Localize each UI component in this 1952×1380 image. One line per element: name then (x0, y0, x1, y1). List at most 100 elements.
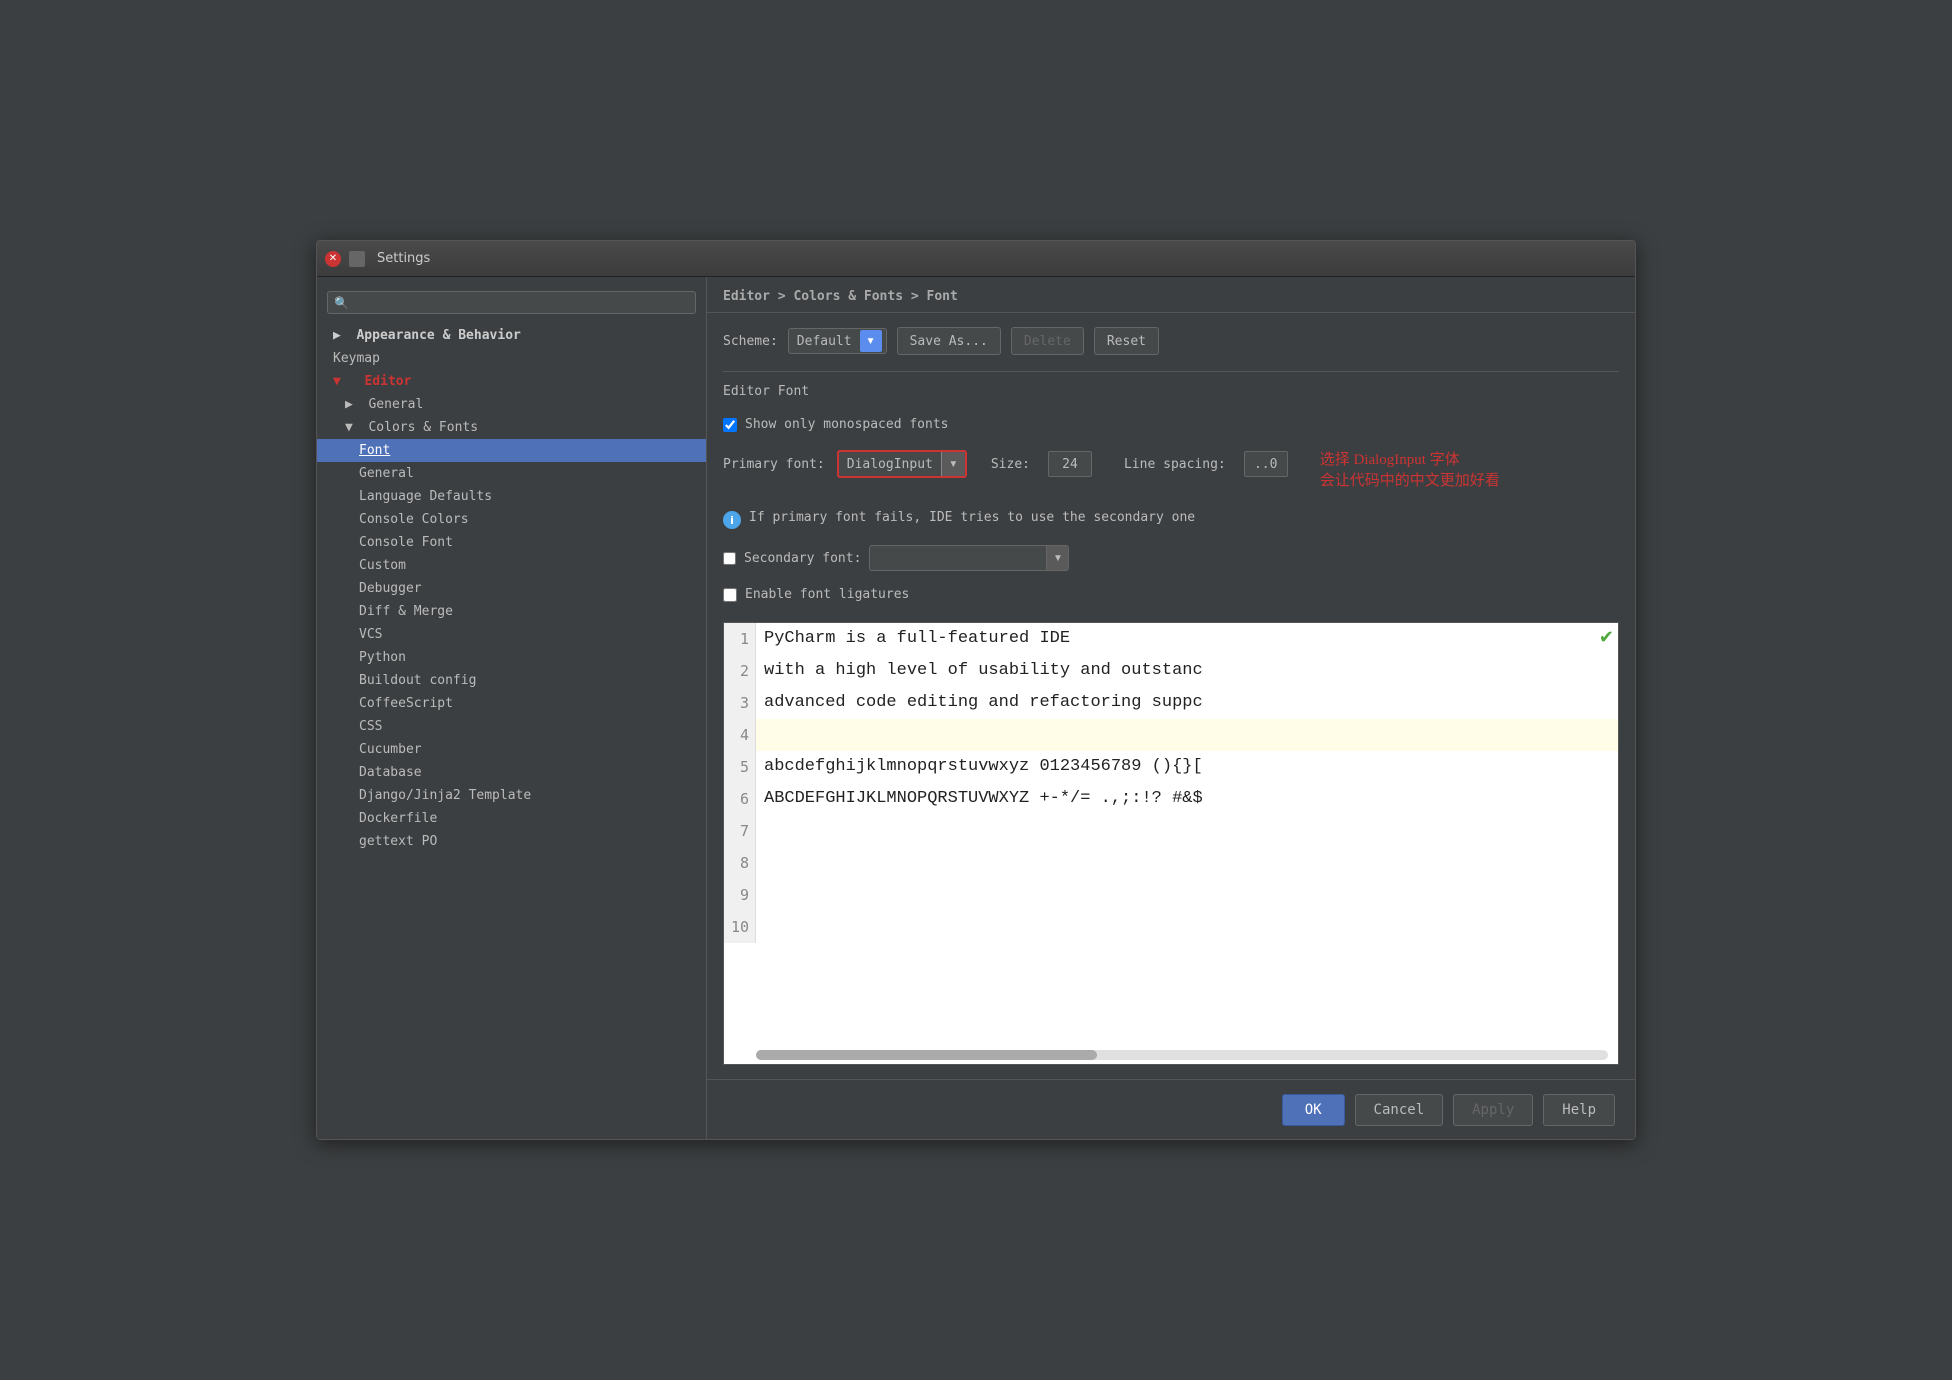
line-content-1: PyCharm is a full-featured IDE (756, 623, 1070, 655)
scheme-dropdown[interactable]: Default ▼ (788, 328, 887, 354)
help-button[interactable]: Help (1543, 1094, 1615, 1126)
line-num-10: 10 (724, 911, 756, 943)
sidebar-item-cucumber[interactable]: Cucumber (317, 738, 706, 761)
window-title: Settings (377, 251, 430, 266)
scheme-dropdown-arrow[interactable]: ▼ (860, 330, 882, 352)
preview-tick: ✔ (1599, 627, 1614, 648)
content-area: Scheme: Default ▼ Save As... Delete Rese… (707, 313, 1635, 1079)
editor-font-section-title: Editor Font (723, 384, 1619, 399)
sidebar-item-general2[interactable]: General (317, 462, 706, 485)
preview-line-9: 9 (724, 879, 1618, 911)
preview-line-4: 4 (724, 719, 1618, 751)
save-as-button[interactable]: Save As... (897, 327, 1001, 355)
cancel-button[interactable]: Cancel (1355, 1094, 1444, 1126)
line-content-4 (756, 719, 764, 751)
ligatures-row: Enable font ligatures (723, 587, 1619, 602)
line-content-6: ABCDEFGHIJKLMNOPQRSTUVWXYZ +-*/= .,;:!? … (756, 783, 1203, 815)
info-icon: i (723, 511, 741, 529)
preview-line-1: 1 PyCharm is a full-featured IDE (724, 623, 1618, 655)
ok-button[interactable]: OK (1282, 1094, 1345, 1126)
primary-font-dropdown[interactable]: DialogInput ▼ (837, 450, 967, 478)
preview-line-10: 10 (724, 911, 1618, 943)
info-text: If primary font fails, IDE tries to use … (749, 510, 1195, 525)
secondary-font-label: Secondary font: (744, 551, 861, 566)
collapse-icon: ▼ (333, 374, 341, 389)
sidebar-item-debugger[interactable]: Debugger (317, 577, 706, 600)
divider-1 (723, 371, 1619, 372)
sidebar-item-appearance[interactable]: ▶ Appearance & Behavior (317, 324, 706, 347)
size-input[interactable]: 24 (1048, 451, 1092, 477)
sidebar-item-editor[interactable]: ▼ Editor (317, 370, 706, 393)
reset-button[interactable]: Reset (1094, 327, 1159, 355)
title-bar: ✕ Settings (317, 241, 1635, 277)
sidebar-item-buildout[interactable]: Buildout config (317, 669, 706, 692)
collapse-icon-cf: ▼ (345, 420, 353, 435)
line-num-2: 2 (724, 655, 756, 687)
ligatures-checkbox[interactable] (723, 588, 737, 602)
sidebar-item-diff-merge[interactable]: Diff & Merge (317, 600, 706, 623)
line-num-9: 9 (724, 879, 756, 911)
secondary-font-arrow[interactable]: ▼ (1046, 546, 1068, 570)
secondary-font-checkbox[interactable] (723, 552, 736, 565)
main-content: Editor > Colors & Fonts > Font Scheme: D… (707, 277, 1635, 1139)
sidebar-item-general[interactable]: ▶ General (317, 393, 706, 416)
sidebar-item-console-colors[interactable]: Console Colors (317, 508, 706, 531)
show-monospaced-checkbox[interactable] (723, 418, 737, 432)
annotation-line1: 选择 DialogInput 字体 (1320, 450, 1500, 471)
line-content-5: abcdefghijklmnopqrstuvwxyz 0123456789 ()… (756, 751, 1203, 783)
primary-font-label: Primary font: (723, 457, 825, 472)
primary-font-arrow[interactable]: ▼ (941, 452, 965, 476)
line-content-3: advanced code editing and refactoring su… (756, 687, 1203, 719)
expand-icon-general: ▶ (345, 397, 353, 412)
ligatures-label: Enable font ligatures (745, 587, 909, 602)
annotation-line2: 会让代码中的中文更加好看 (1320, 471, 1500, 492)
preview-line-8: 8 (724, 847, 1618, 879)
scheme-label: Scheme: (723, 334, 778, 349)
sidebar-item-keymap[interactable]: Keymap (317, 347, 706, 370)
search-input[interactable] (353, 295, 689, 310)
preview-line-3: 3 advanced code editing and refactoring … (724, 687, 1618, 719)
preview-lines: 1 PyCharm is a full-featured IDE 2 with … (724, 623, 1618, 943)
window-icon (349, 251, 365, 267)
primary-font-value: DialogInput (839, 457, 941, 472)
size-label: Size: (991, 457, 1030, 472)
sidebar-item-django[interactable]: Django/Jinja2 Template (317, 784, 706, 807)
sidebar-item-console-font[interactable]: Console Font (317, 531, 706, 554)
delete-button[interactable]: Delete (1011, 327, 1084, 355)
search-icon: 🔍 (334, 296, 349, 310)
sidebar-item-language-defaults[interactable]: Language Defaults (317, 485, 706, 508)
secondary-font-dropdown[interactable]: ▼ (869, 545, 1069, 571)
line-num-4: 4 (724, 719, 756, 751)
line-content-9 (756, 879, 764, 911)
line-num-5: 5 (724, 751, 756, 783)
preview-line-6: 6 ABCDEFGHIJKLMNOPQRSTUVWXYZ +-*/= .,;:!… (724, 783, 1618, 815)
sidebar-item-python[interactable]: Python (317, 646, 706, 669)
sidebar-item-custom[interactable]: Custom (317, 554, 706, 577)
secondary-font-row: Secondary font: ▼ (723, 545, 1619, 571)
scheme-row: Scheme: Default ▼ Save As... Delete Rese… (723, 327, 1619, 355)
sidebar: 🔍 ▶ Appearance & Behavior Keymap ▼ Edito… (317, 277, 707, 1139)
bottom-bar: OK Cancel Apply Help (707, 1079, 1635, 1139)
line-content-10 (756, 911, 764, 943)
preview-line-7: 7 (724, 815, 1618, 847)
annotation-balloon: 选择 DialogInput 字体 会让代码中的中文更加好看 (1320, 450, 1500, 492)
line-spacing-input[interactable]: ..0 (1244, 451, 1288, 477)
sidebar-item-font[interactable]: Font (317, 439, 706, 462)
info-row: i If primary font fails, IDE tries to us… (723, 510, 1619, 529)
close-button[interactable]: ✕ (325, 251, 341, 267)
sidebar-item-colors-fonts[interactable]: ▼ Colors & Fonts (317, 416, 706, 439)
search-box[interactable]: 🔍 (327, 291, 696, 314)
sidebar-item-gettext[interactable]: gettext PO (317, 830, 706, 853)
scheme-value: Default (793, 334, 856, 349)
sidebar-item-vcs[interactable]: VCS (317, 623, 706, 646)
sidebar-item-dockerfile[interactable]: Dockerfile (317, 807, 706, 830)
line-num-8: 8 (724, 847, 756, 879)
preview-scrollthumb[interactable] (756, 1050, 1097, 1060)
apply-button[interactable]: Apply (1453, 1094, 1533, 1126)
breadcrumb-sep2: > (911, 289, 927, 304)
preview-scrollbar[interactable] (756, 1050, 1608, 1060)
sidebar-item-css[interactable]: CSS (317, 715, 706, 738)
sidebar-item-coffeescript[interactable]: CoffeeScript (317, 692, 706, 715)
sidebar-item-database[interactable]: Database (317, 761, 706, 784)
show-monospaced-row: Show only monospaced fonts (723, 417, 1619, 432)
